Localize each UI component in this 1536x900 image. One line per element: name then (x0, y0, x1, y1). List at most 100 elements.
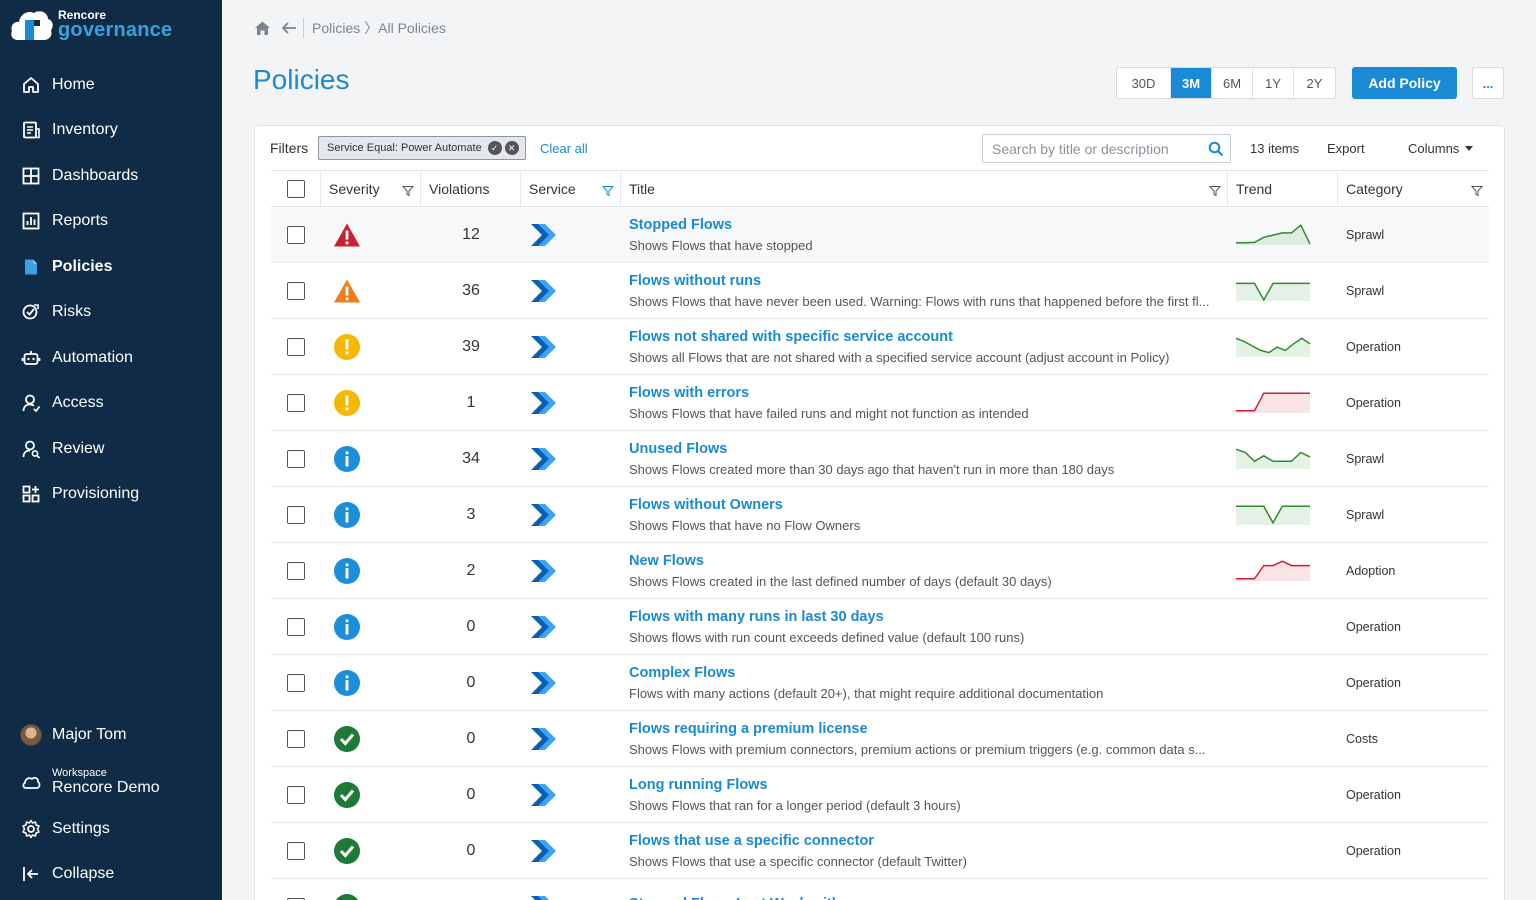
sidebar-item-dashboards[interactable]: Dashboards (0, 153, 222, 199)
severity-cell (321, 543, 421, 598)
policy-title-link[interactable]: Flows not shared with specific service a… (629, 329, 953, 345)
category-cell: Operation (1346, 787, 1401, 802)
row-checkbox[interactable] (287, 785, 305, 804)
filter-icon[interactable] (401, 184, 415, 197)
policy-title-link[interactable]: Unused Flows (629, 441, 727, 457)
access-icon (21, 393, 41, 413)
table-row[interactable]: 2 New Flows Shows Flows created in the las… (271, 543, 1489, 599)
power-automate-icon (529, 221, 557, 249)
sidebar-item-reports[interactable]: Reports (0, 199, 222, 245)
table-row[interactable]: 1 Flows with errors Shows Flows that have … (271, 375, 1489, 431)
policies-icon (21, 257, 41, 277)
severity-ok-icon (333, 893, 361, 900)
select-all-checkbox[interactable] (286, 179, 305, 198)
columns-button[interactable]: Columns (1408, 141, 1474, 156)
table-header: Severity Violations Service Title Trend … (271, 170, 1489, 207)
row-checkbox[interactable] (287, 393, 305, 412)
range-3m-button[interactable]: 3M (1171, 68, 1212, 98)
trend-cell (1228, 711, 1338, 766)
column-header-category[interactable]: Category (1338, 171, 1489, 206)
collapse-icon (21, 864, 41, 884)
row-checkbox[interactable] (287, 337, 305, 356)
policy-title-link[interactable]: New Flows (629, 553, 704, 569)
sidebar-item-automation[interactable]: Automation (0, 335, 222, 381)
row-checkbox[interactable] (287, 225, 305, 244)
row-checkbox[interactable] (287, 617, 305, 636)
check-icon[interactable]: ✓ (487, 141, 502, 155)
table-row[interactable]: 12 Stopped Flows Shows Flows that have sto… (271, 207, 1489, 263)
logo[interactable]: Rencore governance (10, 6, 172, 42)
clear-all-link[interactable]: Clear all (540, 141, 588, 156)
sidebar-item-provisioning[interactable]: Provisioning (0, 472, 222, 518)
filter-icon[interactable] (1208, 184, 1222, 197)
range-30d-button[interactable]: 30D (1117, 68, 1171, 98)
row-checkbox[interactable] (287, 505, 305, 524)
table-row[interactable]: 36 Flows without runs Shows Flows that hav… (271, 263, 1489, 319)
filter-icon[interactable] (601, 184, 615, 197)
sidebar-item-home[interactable]: Home (0, 62, 222, 108)
table-row[interactable]: 0 Flows that use a specific connector Show… (271, 823, 1489, 879)
violations-cell: 39 (462, 337, 480, 355)
sidebar-item-risks[interactable]: Risks (0, 290, 222, 336)
workspace-switcher[interactable]: Workspace Rencore Demo (0, 758, 222, 806)
column-header-trend[interactable]: Trend (1228, 171, 1338, 206)
trend-cell (1228, 655, 1338, 710)
filter-icon[interactable] (1470, 184, 1484, 197)
policy-title-link[interactable]: Flows without Owners (629, 497, 783, 513)
row-checkbox[interactable] (287, 281, 305, 300)
range-6m-button[interactable]: 6M (1212, 68, 1253, 98)
column-header-severity[interactable]: Severity (321, 171, 421, 206)
sidebar-item-access[interactable]: Access (0, 381, 222, 427)
table-row[interactable]: 0 Complex Flows Flows with many actions (d… (271, 655, 1489, 711)
policy-title-link[interactable]: Stopped Flows Last Week with errors (629, 896, 887, 900)
category-cell: Sprawl (1346, 507, 1385, 522)
row-checkbox[interactable] (287, 673, 305, 692)
table-row[interactable]: 0 Long running Flows Shows Flows that ran … (271, 767, 1489, 823)
sidebar-item-inventory[interactable]: Inventory (0, 108, 222, 154)
table-row[interactable]: 3 Flows without Owners Shows Flows that ha… (271, 487, 1489, 543)
row-checkbox[interactable] (287, 841, 305, 860)
table-row[interactable]: 39 Flows not shared with specific service… (271, 319, 1489, 375)
range-1y-button[interactable]: 1Y (1253, 68, 1294, 98)
search-icon[interactable] (1208, 141, 1224, 157)
search-input[interactable] (992, 140, 1202, 157)
category-cell: Operation (1346, 843, 1401, 858)
title-cell: Stopped Flows Last Week with errors (621, 879, 1228, 900)
table-row[interactable]: 0 Stopped Flows Last Week with errors (271, 879, 1489, 900)
row-checkbox[interactable] (287, 449, 305, 468)
sidebar-item-policies[interactable]: Policies (0, 244, 222, 290)
back-arrow-icon[interactable] (281, 21, 297, 35)
row-checkbox[interactable] (287, 561, 305, 580)
row-select-cell (271, 207, 321, 262)
column-header-violations[interactable]: Violations (421, 171, 521, 206)
sidebar-item-settings[interactable]: Settings (0, 806, 222, 852)
power-automate-icon (529, 837, 557, 865)
user-menu[interactable]: Major Tom (0, 712, 222, 758)
policy-title-link[interactable]: Long running Flows (629, 777, 768, 793)
home-icon[interactable] (254, 20, 271, 36)
policy-title-link[interactable]: Flows without runs (629, 273, 761, 289)
policy-title-link[interactable]: Complex Flows (629, 665, 735, 681)
close-icon[interactable]: ✕ (504, 141, 519, 155)
policy-title-link[interactable]: Flows requiring a premium license (629, 721, 868, 737)
table-row[interactable]: 0 Flows with many runs in last 30 days Sho… (271, 599, 1489, 655)
range-2y-button[interactable]: 2Y (1294, 68, 1335, 98)
row-checkbox[interactable] (287, 729, 305, 748)
policy-title-link[interactable]: Stopped Flows (629, 217, 732, 233)
policy-title-link[interactable]: Flows with many runs in last 30 days (629, 609, 884, 625)
policy-title-link[interactable]: Flows that use a specific connector (629, 833, 874, 849)
sidebar-item-review[interactable]: Review (0, 426, 222, 472)
column-header-title[interactable]: Title (621, 171, 1228, 206)
policy-title-link[interactable]: Flows with errors (629, 385, 749, 401)
sidebar-item-collapse[interactable]: Collapse (0, 852, 222, 898)
column-header-service[interactable]: Service (521, 171, 621, 206)
table-row[interactable]: 0 Flows requiring a premium license Shows … (271, 711, 1489, 767)
breadcrumb-divider (303, 18, 304, 38)
row-select-cell (271, 431, 321, 486)
breadcrumb-path[interactable]: Policies 〉All Policies (312, 18, 446, 38)
trend-sparkline (1236, 446, 1312, 472)
more-options-button[interactable]: ... (1472, 67, 1504, 99)
add-policy-button[interactable]: Add Policy (1352, 67, 1457, 99)
table-row[interactable]: 34 Unused Flows Shows Flows created more t… (271, 431, 1489, 487)
export-button[interactable]: Export (1327, 141, 1365, 156)
